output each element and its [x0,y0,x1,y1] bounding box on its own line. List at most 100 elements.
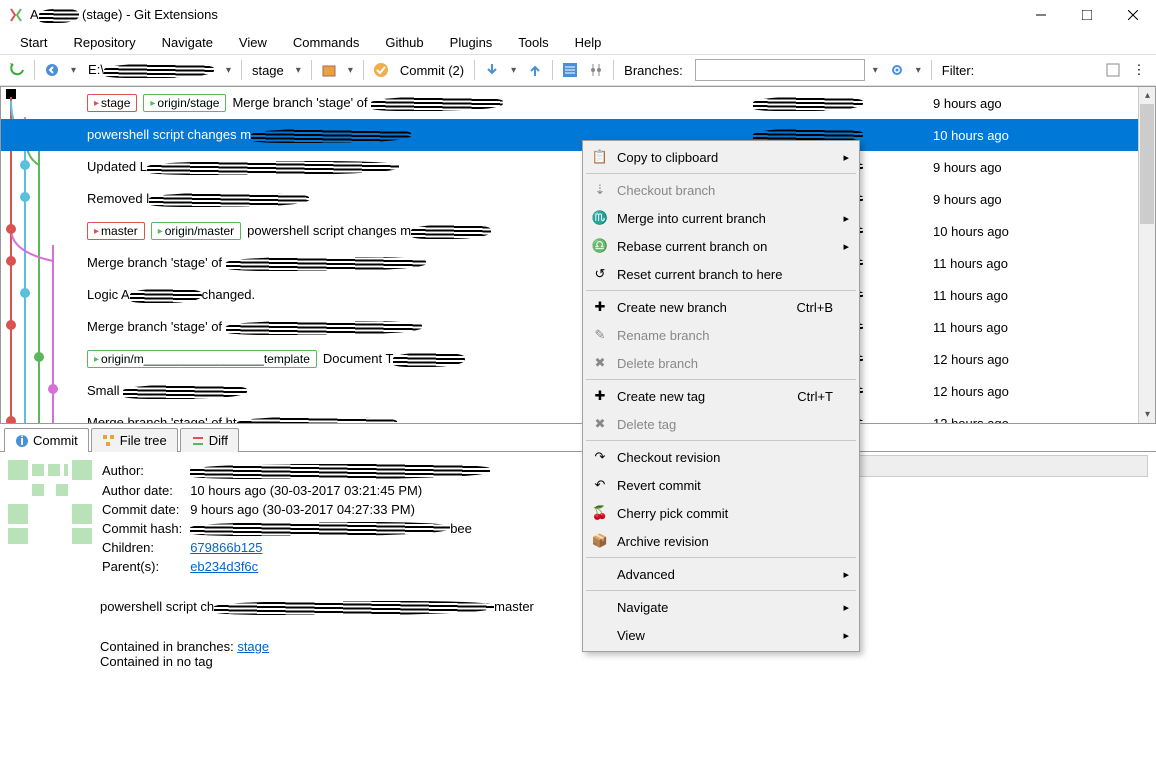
ctx-reset-current-branch-to-here[interactable]: ↺Reset current branch to here [585,260,857,288]
ctx-create-new-tag[interactable]: ✚Create new tagCtrl+T [585,382,857,410]
stash-dropdown[interactable]: ▾ [344,65,357,76]
log-button[interactable] [559,59,581,81]
commit-row[interactable]: ▸master▸origin/masterpowershell script c… [1,215,1155,247]
ctx-cherry-pick-commit[interactable]: 🍒Cherry pick commit [585,499,857,527]
submenu-arrow-icon: ▸ [843,568,849,581]
app-logo-icon [8,7,24,23]
notes-header[interactable] [848,455,1148,477]
branch-dropdown[interactable]: ▾ [292,65,305,76]
ctx-label: Advanced [617,567,675,582]
ctx-label: Checkout revision [617,450,720,465]
tab-commit[interactable]: i Commit [4,428,89,452]
branch-tag[interactable]: ▸origin/stage [143,94,226,112]
branch-selector[interactable]: stage [248,63,288,78]
ctx-label: View [617,628,645,643]
commit-row[interactable]: Removed l9 hours ago [1,183,1155,215]
menu-view[interactable]: View [227,32,279,53]
menu-plugins[interactable]: Plugins [438,32,505,53]
commit-row[interactable]: Merge branch 'stage' of 11 hours ago [1,311,1155,343]
tab-file-tree[interactable]: File tree [91,428,178,452]
ctx-view[interactable]: View▸ [585,621,857,649]
commit-status-icon[interactable] [370,59,392,81]
commit-date: 10 hours ago [925,224,1155,239]
menu-repository[interactable]: Repository [61,32,147,53]
refresh-button[interactable] [6,59,28,81]
commit-row[interactable]: powershell script changes m10 hours ago [1,119,1155,151]
submenu-arrow-icon: ▸ [843,212,849,225]
menu-github[interactable]: Github [373,32,435,53]
gear-dropdown[interactable]: ▾ [912,65,925,76]
ctx-copy-to-clipboard[interactable]: 📋Copy to clipboard▸ [585,143,857,171]
branch-tag[interactable]: ▸origin/m__________________template [87,350,317,368]
repo-path[interactable]: E:\ [84,62,218,78]
reset-icon: ↺ [591,265,609,283]
vertical-scrollbar[interactable]: ▴ ▾ [1138,87,1155,423]
ctx-navigate[interactable]: Navigate ▸ [585,593,857,621]
ctx-label: Create new branch [617,300,727,315]
parents-link[interactable]: eb234d3f6c [190,559,258,574]
commit-row[interactable]: ▸origin/m__________________template Docum… [1,343,1155,375]
tab-diff[interactable]: Diff [180,428,239,452]
ctx-archive-revision[interactable]: 📦Archive revision [585,527,857,555]
branches-filter-dropdown[interactable] [695,59,865,81]
ctx-checkout-revision[interactable]: ↷ Checkout revision [585,443,857,471]
rename-icon: ✎ [591,326,609,344]
commit-row[interactable]: Merge branch 'stage' of 11 hours ago [1,247,1155,279]
author-link[interactable] [190,463,490,478]
push-button[interactable] [524,59,546,81]
scroll-down-button[interactable]: ▾ [1139,406,1156,423]
commit-date: 11 hours ago [925,288,1155,303]
maximize-button[interactable] [1064,0,1110,30]
commit-row[interactable]: ▸stage▸origin/stageMerge branch 'stage' … [1,87,1155,119]
ctx-label: Navigate [617,600,668,615]
minimize-button[interactable] [1018,0,1064,30]
branches-filter-arrow[interactable]: ▾ [869,65,882,76]
ctx-rebase-current-branch-on[interactable]: ♎Rebase current branch on▸ [585,232,857,260]
branch-tag[interactable]: ▸origin/master [151,222,241,240]
ctx-merge-into-current-branch[interactable]: ♏Merge into current branch▸ [585,204,857,232]
commit-message-preview: Small [87,383,247,399]
toolbar: ▾ E:\ ▾ stage ▾ ▾ Commit (2) ▾ Branches:… [0,54,1156,86]
menu-help[interactable]: Help [563,32,614,53]
scroll-up-button[interactable]: ▴ [1139,87,1156,104]
pull-button[interactable] [481,59,503,81]
menu-navigate[interactable]: Navigate [150,32,225,53]
commit-row[interactable]: Merge branch 'stage' of ht12 hours ago [1,407,1155,424]
ctx-revert-commit[interactable]: ↶Revert commit [585,471,857,499]
settings-button[interactable] [585,59,607,81]
commit-row[interactable]: Small 12 hours ago [1,375,1155,407]
branch-tag[interactable]: ▸master [87,222,145,240]
gear-button[interactable] [886,59,908,81]
close-button[interactable] [1110,0,1156,30]
checkout-rev-icon: ↷ [591,448,609,466]
ctx-create-new-branch[interactable]: ✚Create new branchCtrl+B [585,293,857,321]
ctx-advanced[interactable]: Advanced ▸ [585,560,857,588]
commit-row[interactable]: Logic Achanged.11 hours ago [1,279,1155,311]
pull-dropdown[interactable]: ▾ [507,65,520,76]
back-dropdown[interactable]: ▾ [67,65,80,76]
ctx-rename-branch: ✎Rename branch [585,321,857,349]
overflow-button-2[interactable]: ⋮ [1128,59,1150,81]
overflow-button-1[interactable] [1102,59,1124,81]
avatar [8,460,92,544]
title-bar: A (stage) - Git Extensions [0,0,1156,30]
scroll-thumb[interactable] [1140,104,1154,224]
back-button[interactable] [41,59,63,81]
children-link[interactable]: 679866b125 [190,540,262,555]
menu-start[interactable]: Start [8,32,59,53]
submenu-arrow-icon: ▸ [843,601,849,614]
menu-tools[interactable]: Tools [506,32,560,53]
ctx-label: Delete tag [617,417,676,432]
cherry-icon: 🍒 [591,504,609,522]
commit-message-preview: Document T [323,351,466,367]
stash-button[interactable] [318,59,340,81]
commit-button[interactable]: Commit (2) [396,63,468,78]
ctx-label: Checkout branch [617,183,715,198]
contained-branch-link[interactable]: stage [237,639,269,654]
info-icon: i [15,434,29,448]
rebase-icon: ♎ [591,237,609,255]
branch-tag[interactable]: ▸stage [87,94,137,112]
path-dropdown[interactable]: ▾ [222,65,235,76]
commit-row[interactable]: Updated L9 hours ago [1,151,1155,183]
menu-commands[interactable]: Commands [281,32,371,53]
